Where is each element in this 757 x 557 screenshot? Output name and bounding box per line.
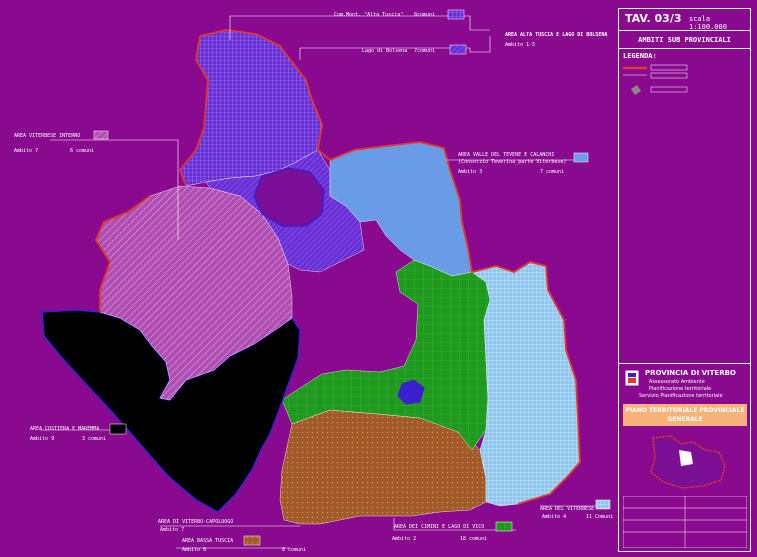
legend-title: LEGENDA: bbox=[623, 52, 657, 60]
provincia-line3: Servizio Pianificazione territoriale bbox=[639, 393, 723, 399]
label-del-viterbese-count: 11 Comuni bbox=[586, 514, 613, 520]
label-alta-tuscia-ambito: Ambito 1-5 bbox=[505, 42, 535, 48]
label-del-viterbese: AREA DEL VITERBESE bbox=[540, 506, 594, 512]
legend-symbols bbox=[623, 64, 688, 95]
label-viterbo-capoluogo: AREA DI VITERBO-CAPOLUOGO bbox=[158, 519, 233, 525]
info-table bbox=[623, 496, 747, 548]
label-valle-tevere-count: 7 comuni bbox=[540, 169, 564, 175]
label-cimini-vico-ambito: Ambito 2 bbox=[392, 536, 416, 542]
label-costiera-maremma: AREA COSTIERA E MAREMMA bbox=[30, 426, 99, 432]
swatch-bassa-tuscia bbox=[243, 535, 261, 546]
provincia-line1: Assessorato Ambiente bbox=[649, 379, 705, 385]
swatch-costiera-maremma bbox=[109, 423, 127, 435]
label-costiera-maremma-count: 3 comuni bbox=[82, 436, 106, 442]
label-valle-tevere: AREA VALLE DEL TEVERE E CALANCHI bbox=[458, 152, 554, 158]
swatch-del-viterbese bbox=[595, 499, 611, 510]
label-alta-tuscia-sub2: Lago di Bolsena bbox=[362, 48, 407, 54]
swatch-valle-tevere bbox=[573, 152, 589, 163]
scale-label: scala 1:100.000 bbox=[689, 15, 727, 31]
tav-number: TAV. 03/3 bbox=[625, 12, 682, 25]
label-viterbese-interno-ambito: Ambito 7 bbox=[14, 148, 38, 154]
label-cimini-vico: AREA DEI CIMINI E LAGO DI VICO bbox=[394, 524, 484, 530]
label-cimini-vico-count: 18 comuni bbox=[460, 536, 487, 542]
title-block: TAV. 03/3 scala 1:100.000 AMBITI SUB PRO… bbox=[618, 8, 751, 552]
label-alta-tuscia-sub2-count: 7comuni bbox=[414, 48, 435, 54]
plan-title: PIANO TERRITORIALE PROVINCIALE GENERALE bbox=[623, 404, 747, 426]
provincia-block: PROVINCIA DI VITERBO Assessorato Ambient… bbox=[619, 364, 750, 551]
label-bassa-tuscia-ambito: Ambito 6 bbox=[182, 547, 206, 553]
label-del-viterbese-ambito: Ambito 4 bbox=[542, 514, 566, 520]
label-bassa-tuscia-count: 8 comuni bbox=[282, 547, 306, 553]
tav-header: TAV. 03/3 scala 1:100.000 bbox=[619, 9, 750, 31]
label-alta-tuscia-sub1-count: 8comuni bbox=[414, 12, 435, 18]
label-costiera-maremma-ambito: Ambito 9 bbox=[30, 436, 54, 442]
label-valle-tevere-sub: (Consorzio Teverina_parte Viterbese) bbox=[458, 159, 566, 165]
label-valle-tevere-ambito: Ambito 3 bbox=[458, 169, 482, 175]
label-viterbo-capoluogo-ambito: Ambito 7 bbox=[160, 527, 184, 533]
swatch-alta-tuscia-1 bbox=[447, 9, 465, 20]
ambiti-heading: AMBITI SUB PROVINCIALI bbox=[619, 31, 750, 49]
swatch-cimini-vico bbox=[495, 521, 513, 532]
swatch-viterbese-interno bbox=[93, 130, 109, 140]
provincia-name: PROVINCIA DI VITERBO bbox=[645, 369, 736, 377]
mini-map bbox=[650, 435, 726, 489]
label-viterbese-interno: AREA VITERBESE INTERNO bbox=[14, 133, 80, 139]
label-bassa-tuscia: AREA BASSA TUSCIA bbox=[182, 538, 233, 544]
coat-of-arms-icon bbox=[625, 370, 639, 386]
legend-panel: LEGENDA: bbox=[619, 49, 750, 364]
label-alta-tuscia: AREA ALTA TUSCIA E LAGO DI BOLSENA bbox=[505, 32, 607, 38]
label-viterbese-interno-count: 6 comuni bbox=[70, 148, 94, 154]
provincia-line2: Pianificazione territoriale bbox=[649, 386, 712, 392]
label-alta-tuscia-sub1: Com.Mont. "Alta Tuscia" bbox=[334, 12, 403, 18]
swatch-alta-tuscia-2 bbox=[449, 44, 467, 55]
